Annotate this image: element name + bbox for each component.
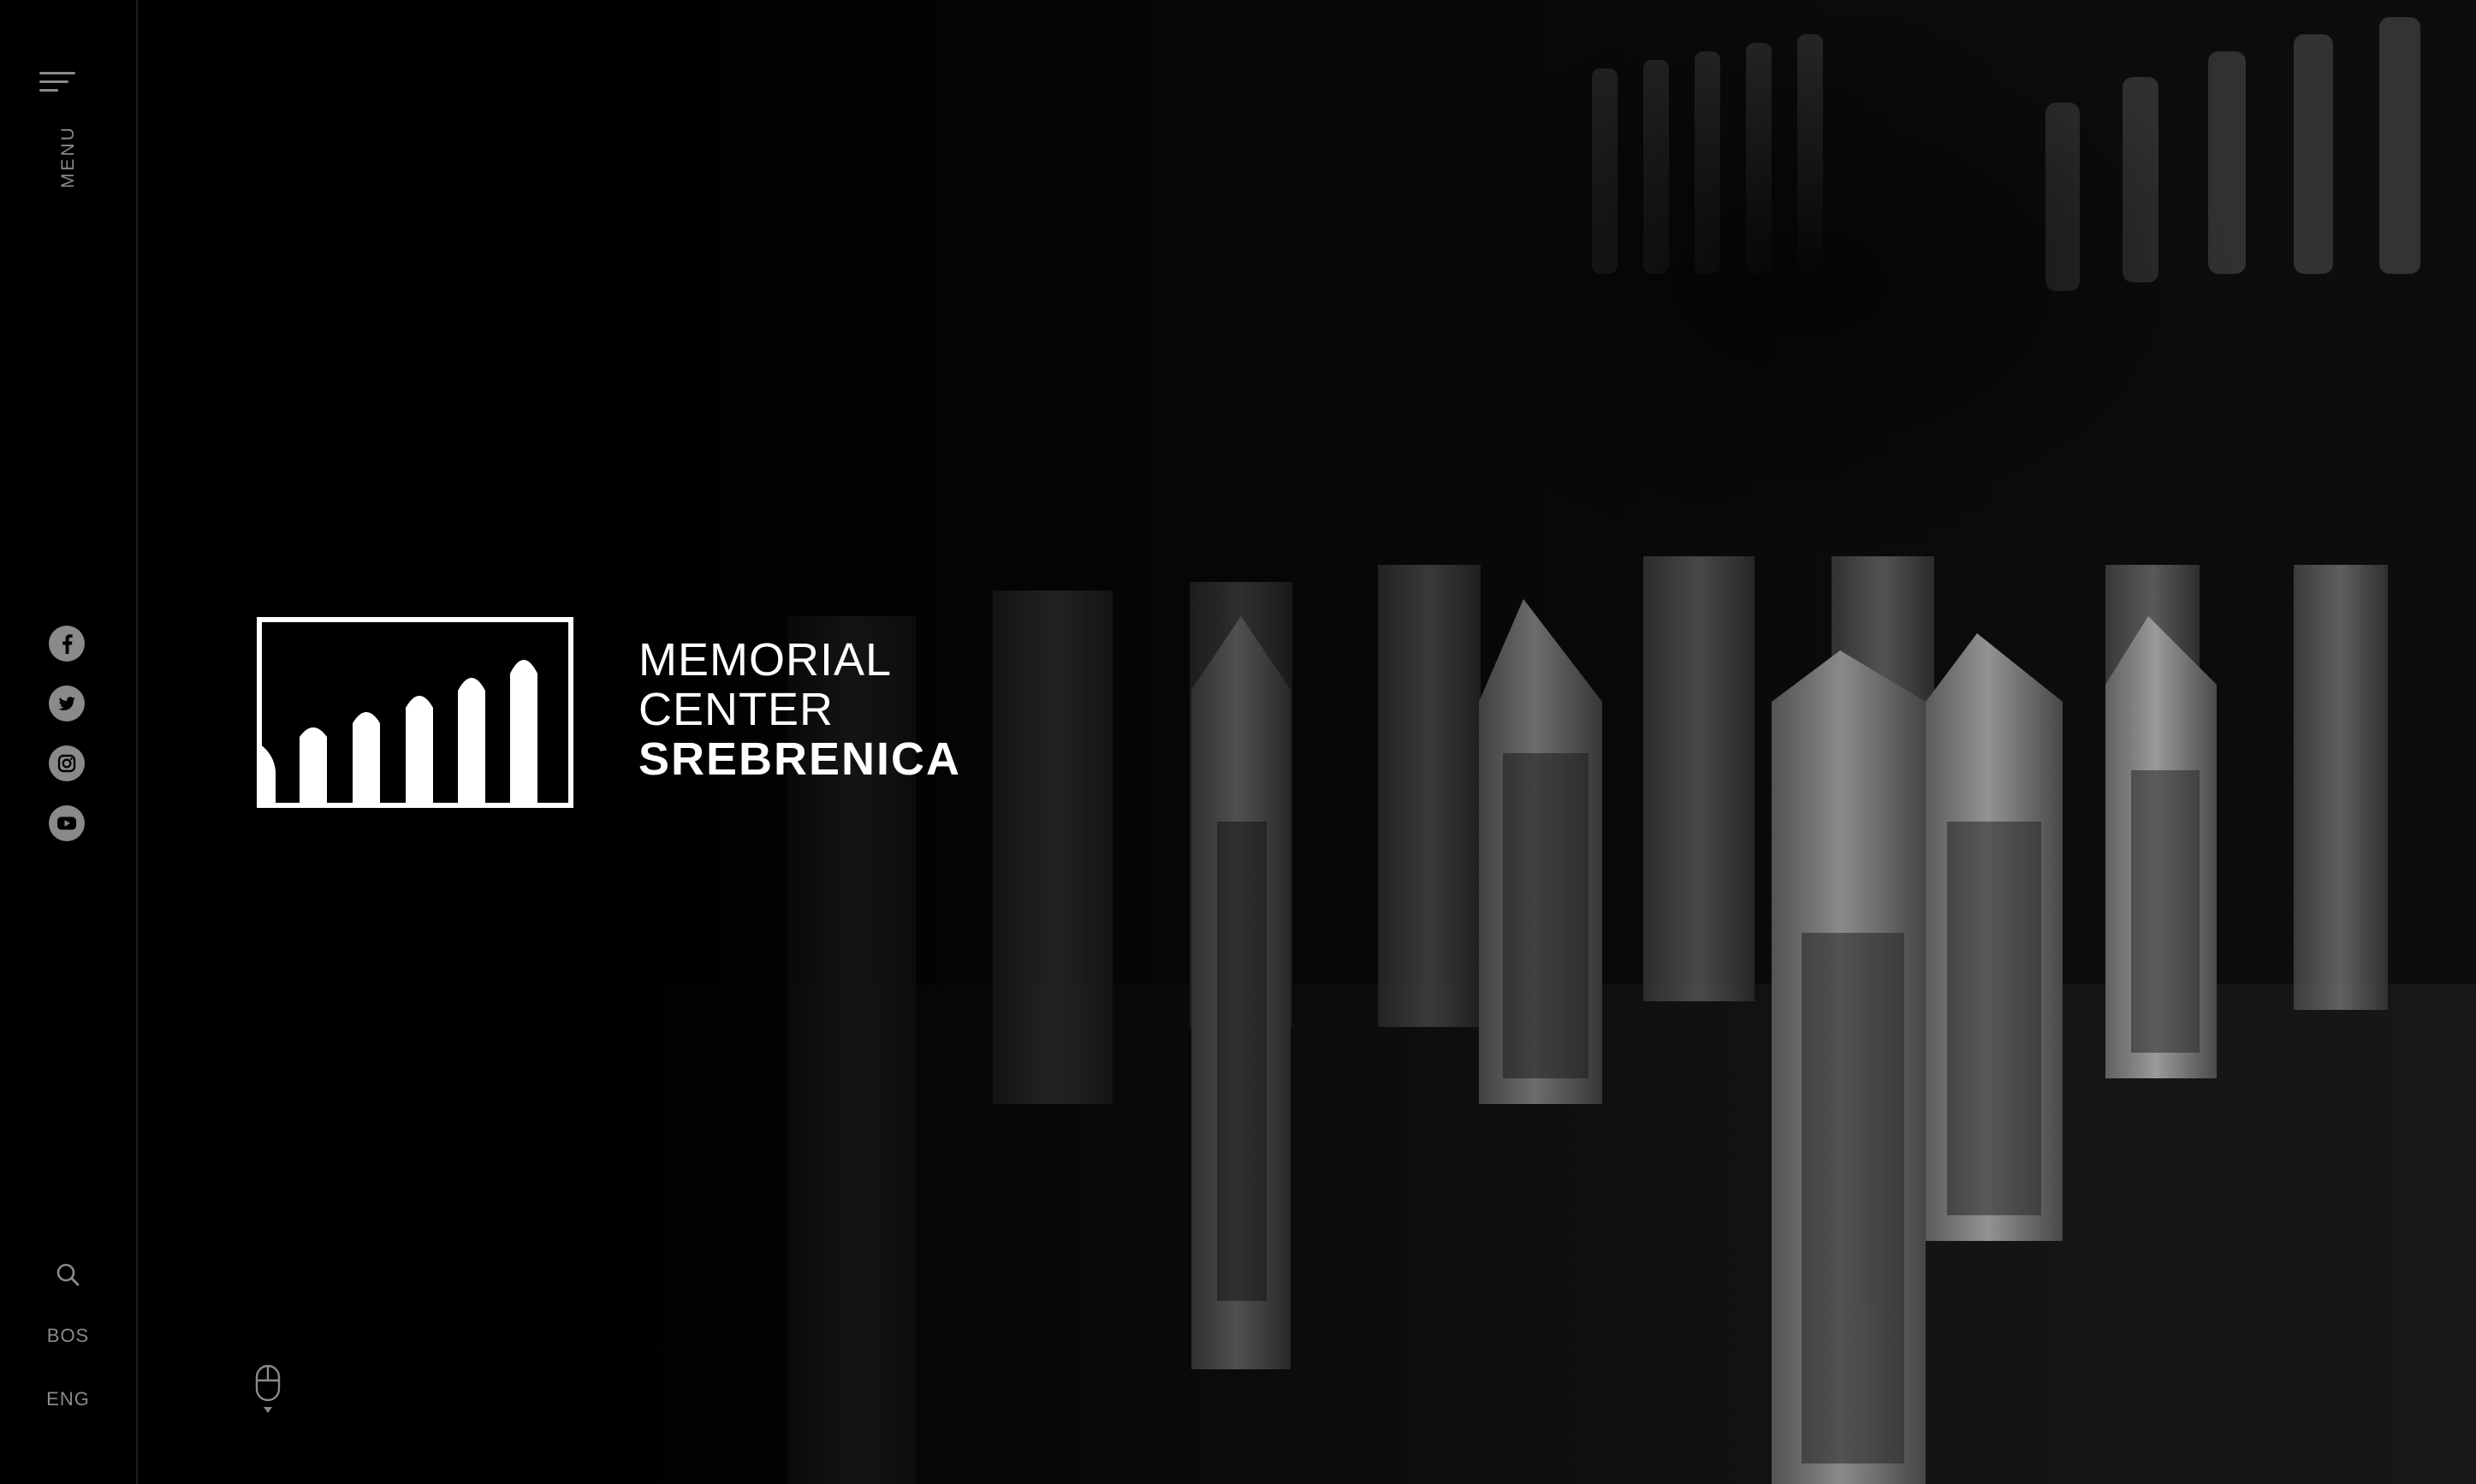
search-button[interactable] (53, 1260, 84, 1291)
logo-line-center: CENTER (638, 684, 834, 735)
menu-label: MENU (58, 125, 78, 188)
social-links (49, 626, 88, 865)
menu-button[interactable]: MENU (36, 68, 84, 197)
search-icon (56, 1263, 80, 1286)
scroll-down-button[interactable] (254, 1364, 283, 1417)
logo-line-srebrenica: SREBRENICA (638, 733, 962, 785)
hamburger-menu-icon (39, 72, 75, 96)
instagram-icon[interactable] (49, 745, 85, 781)
language-bos[interactable]: BOS (0, 1325, 136, 1347)
logo-line-memorial: MEMORIAL (638, 634, 893, 686)
mouse-scroll-icon (255, 1364, 281, 1413)
sidebar-rail: MENU BOS ENG (0, 0, 138, 1484)
memorial-logo-mark[interactable] (257, 617, 573, 808)
twitter-icon[interactable] (49, 686, 85, 721)
memorial-logo-text[interactable]: MEMORIAL CENTER SREBRENICA (638, 635, 961, 784)
facebook-icon[interactable] (49, 626, 85, 662)
language-eng[interactable]: ENG (0, 1388, 136, 1410)
youtube-icon[interactable] (49, 805, 85, 841)
home-page: MENU BOS ENG MEMORIAL CENTER SREBRENICA (0, 0, 2476, 1484)
